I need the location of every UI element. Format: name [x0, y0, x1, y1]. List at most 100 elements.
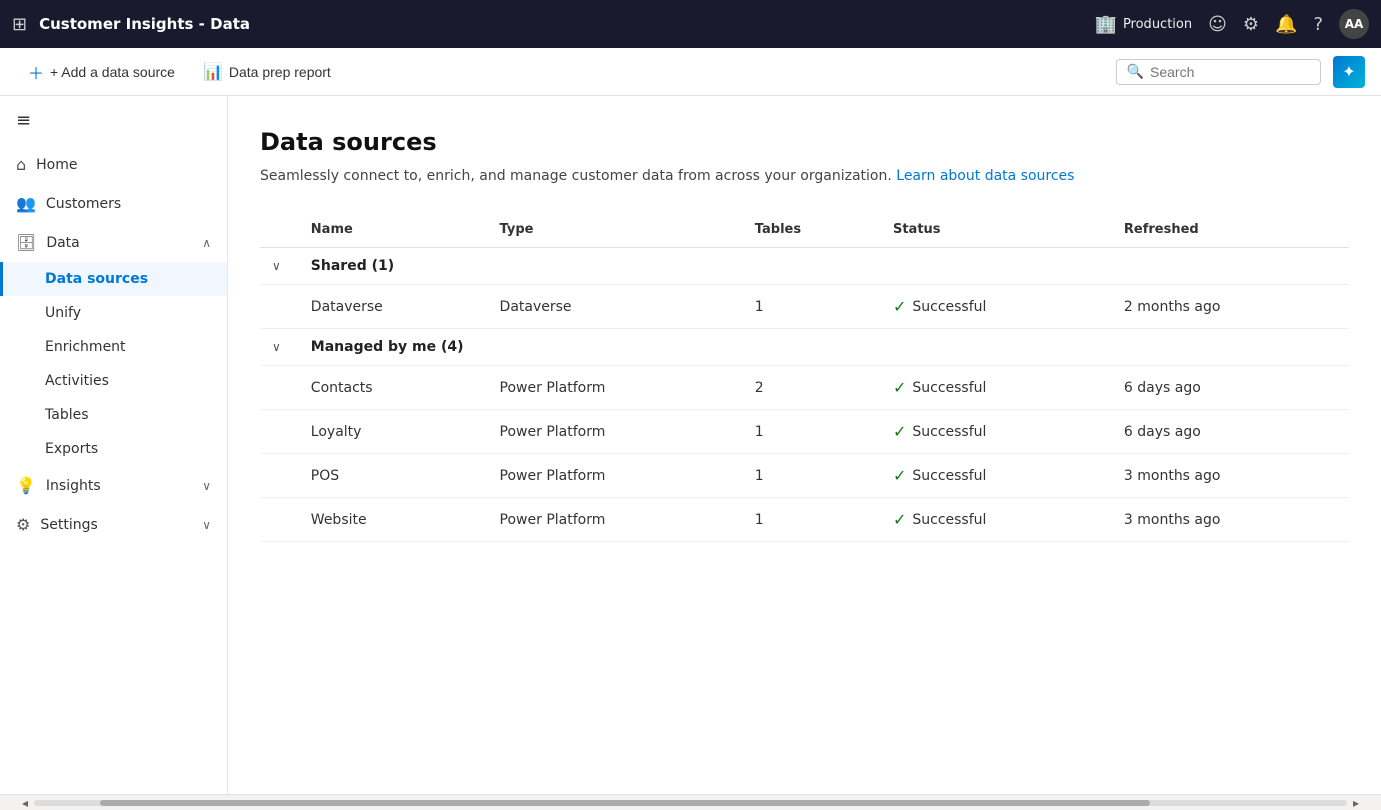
col-collapse: [260, 212, 299, 248]
scroll-left-arrow[interactable]: ◂: [16, 796, 34, 810]
status-check-icon: ✓: [893, 510, 906, 529]
toolbar: ＋ + Add a data source 📊 Data prep report…: [0, 48, 1381, 96]
sidebar-item-tables[interactable]: Tables: [0, 398, 227, 432]
row-type-0-0: Dataverse: [488, 285, 743, 329]
col-tables-header: Tables: [743, 212, 881, 248]
scrollbar-track[interactable]: [34, 800, 1347, 806]
row-status-text: Successful: [912, 424, 986, 440]
status-check-icon: ✓: [893, 378, 906, 397]
row-status-1-2: ✓ Successful: [881, 454, 1112, 498]
grid-icon[interactable]: ⊞: [12, 14, 27, 35]
row-name-1-0[interactable]: Contacts: [299, 366, 488, 410]
main-layout: ≡ ⌂ Home 👥 Customers 🗄 Data ∧ Data sourc…: [0, 96, 1381, 794]
content-area: Data sources Seamlessly connect to, enri…: [228, 96, 1381, 794]
sidebar-item-enrichment[interactable]: Enrichment: [0, 330, 227, 364]
table-header: Name Type Tables Status Refreshed: [260, 212, 1349, 248]
plus-icon: ＋: [28, 60, 44, 84]
row-refreshed-1-3: 3 months ago: [1112, 498, 1349, 542]
sidebar-item-exports[interactable]: Exports: [0, 432, 227, 466]
row-status-text: Successful: [912, 299, 986, 315]
table-row: Dataverse Dataverse 1 ✓ Successful 2 mon…: [260, 285, 1349, 329]
sidebar-data-label: Data: [46, 235, 79, 251]
sidebar-section-data[interactable]: 🗄 Data ∧: [0, 223, 227, 262]
row-type-1-3: Power Platform: [488, 498, 743, 542]
search-input[interactable]: [1150, 64, 1310, 80]
row-type-1-1: Power Platform: [488, 410, 743, 454]
sidebar-section-settings[interactable]: ⚙ Settings ∨: [0, 505, 227, 544]
group-collapse-btn-1[interactable]: ∨: [272, 340, 287, 354]
copilot-button[interactable]: ✦: [1333, 56, 1365, 88]
sidebar-unify-label: Unify: [45, 305, 81, 321]
environment-label: Production: [1123, 17, 1192, 32]
sidebar-toggle[interactable]: ≡: [0, 96, 227, 145]
sidebar: ≡ ⌂ Home 👥 Customers 🗄 Data ∧ Data sourc…: [0, 96, 228, 794]
row-status-1-3: ✓ Successful: [881, 498, 1112, 542]
add-datasource-button[interactable]: ＋ + Add a data source: [16, 54, 187, 90]
sidebar-item-activities[interactable]: Activities: [0, 364, 227, 398]
row-status-text: Successful: [912, 380, 986, 396]
user-avatar[interactable]: AA: [1339, 9, 1369, 39]
row-type-1-2: Power Platform: [488, 454, 743, 498]
row-name-1-3[interactable]: Website: [299, 498, 488, 542]
row-tables-1-2: 1: [743, 454, 881, 498]
sidebar-data-sources-label: Data sources: [45, 271, 148, 287]
scrollbar-thumb[interactable]: [100, 800, 1150, 806]
learn-more-link[interactable]: Learn about data sources: [896, 168, 1074, 184]
table-body: ∨ Shared (1) Dataverse Dataverse 1 ✓ Suc…: [260, 248, 1349, 542]
settings-chevron-down-icon: ∨: [202, 518, 211, 532]
row-name-0-0[interactable]: Dataverse: [299, 285, 488, 329]
row-status-text: Successful: [912, 512, 986, 528]
environment-selector[interactable]: 🏢 Production: [1095, 14, 1193, 35]
search-icon: 🔍: [1127, 64, 1144, 80]
add-datasource-label: + Add a data source: [50, 64, 175, 80]
help-icon[interactable]: ?: [1313, 14, 1323, 35]
horizontal-scrollbar: ◂ ▸: [0, 794, 1381, 810]
row-tables-1-1: 1: [743, 410, 881, 454]
status-check-icon: ✓: [893, 422, 906, 441]
group-collapse-btn-0[interactable]: ∨: [272, 259, 287, 273]
sidebar-section-insights[interactable]: 💡 Insights ∨: [0, 466, 227, 505]
row-status-1-1: ✓ Successful: [881, 410, 1112, 454]
sidebar-item-home[interactable]: ⌂ Home: [0, 145, 227, 184]
sidebar-item-customers[interactable]: 👥 Customers: [0, 184, 227, 223]
sidebar-section-settings-left: ⚙ Settings: [16, 515, 98, 534]
col-status-header: Status: [881, 212, 1112, 248]
page-title: Data sources: [260, 128, 1349, 156]
row-type-1-0: Power Platform: [488, 366, 743, 410]
status-check-icon: ✓: [893, 297, 906, 316]
customers-icon: 👥: [16, 194, 36, 213]
group-label-1: Managed by me (4): [299, 329, 1349, 366]
home-icon: ⌂: [16, 155, 26, 174]
group-row-1[interactable]: ∨ Managed by me (4): [260, 329, 1349, 366]
sidebar-insights-label: Insights: [46, 478, 101, 494]
row-status-text: Successful: [912, 468, 986, 484]
smiley-icon[interactable]: ☺: [1208, 14, 1227, 35]
sidebar-exports-label: Exports: [45, 441, 98, 457]
report-icon: 📊: [203, 62, 223, 82]
topbar: ⊞ Customer Insights - Data 🏢 Production …: [0, 0, 1381, 48]
copilot-icon: ✦: [1342, 62, 1355, 81]
search-box[interactable]: 🔍: [1116, 59, 1321, 85]
data-sources-table: Name Type Tables Status Refreshed ∨ Shar…: [260, 212, 1349, 542]
page-description: Seamlessly connect to, enrich, and manag…: [260, 168, 1349, 184]
sidebar-item-unify[interactable]: Unify: [0, 296, 227, 330]
data-prep-button[interactable]: 📊 Data prep report: [191, 56, 343, 88]
data-chevron-up-icon: ∧: [202, 236, 211, 250]
page-desc-text: Seamlessly connect to, enrich, and manag…: [260, 168, 892, 184]
row-name-1-1[interactable]: Loyalty: [299, 410, 488, 454]
row-refreshed-1-0: 6 days ago: [1112, 366, 1349, 410]
sidebar-section-data-left: 🗄 Data: [16, 233, 80, 252]
row-tables-0-0: 1: [743, 285, 881, 329]
group-row-0[interactable]: ∨ Shared (1): [260, 248, 1349, 285]
table-row: Loyalty Power Platform 1 ✓ Successful 6 …: [260, 410, 1349, 454]
bell-icon[interactable]: 🔔: [1275, 14, 1297, 35]
row-name-1-2[interactable]: POS: [299, 454, 488, 498]
col-name-header: Name: [299, 212, 488, 248]
insights-chevron-down-icon: ∨: [202, 479, 211, 493]
scroll-right-arrow[interactable]: ▸: [1347, 796, 1365, 810]
settings-icon[interactable]: ⚙: [1243, 14, 1259, 35]
sidebar-item-data-sources[interactable]: Data sources: [0, 262, 227, 296]
environment-icon: 🏢: [1095, 14, 1117, 35]
table-row: Contacts Power Platform 2 ✓ Successful 6…: [260, 366, 1349, 410]
settings-nav-icon: ⚙: [16, 515, 30, 534]
